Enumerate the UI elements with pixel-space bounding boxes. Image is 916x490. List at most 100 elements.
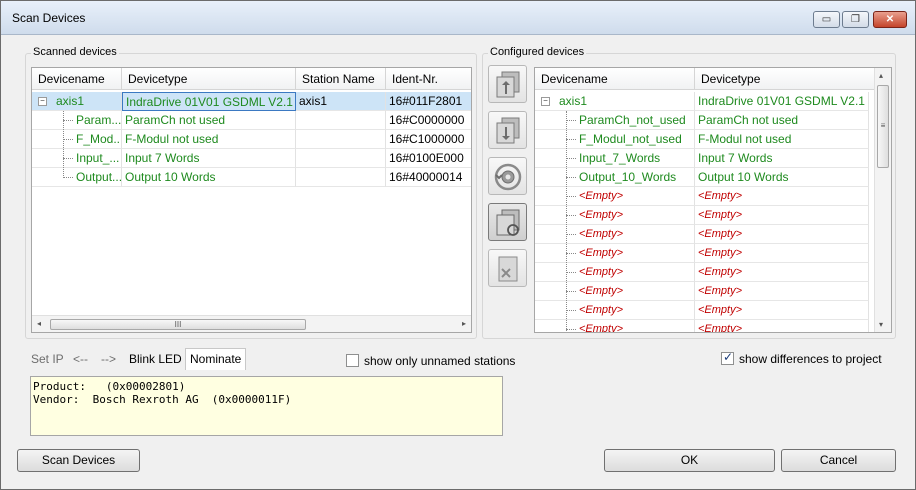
cell-type: Input 7 Words xyxy=(122,149,296,168)
info-vendor: Vendor: Bosch Rexroth AG (0x0000011F) xyxy=(33,393,292,406)
cell-type: ParamCh not used xyxy=(122,111,296,130)
cell-station xyxy=(296,111,386,130)
tree-connector xyxy=(566,234,576,235)
checkmark-icon: ✓ xyxy=(723,350,734,364)
cell-name: Output... xyxy=(32,168,122,187)
table-row[interactable]: F_Mod... F-Modul not used 16#C1000000 xyxy=(32,130,471,149)
cell-type: F-Modul not used xyxy=(122,130,296,149)
maximize-button[interactable]: ❐ xyxy=(842,11,869,28)
column-header-devicetype[interactable]: Devicetype xyxy=(122,68,296,90)
cell-type: IndraDrive 01V01 GSDML V2.1 xyxy=(695,92,869,111)
table-row[interactable]: Param... ParamCh not used 16#C0000000 xyxy=(32,111,471,130)
table-row[interactable]: <Empty> <Empty> xyxy=(535,225,876,244)
table-row[interactable]: axis1 IndraDrive 01V01 GSDML V2.1 − xyxy=(535,92,876,111)
cell-type: Output 10 Words xyxy=(122,168,296,187)
only-unnamed-checkbox[interactable] xyxy=(346,354,359,367)
info-product: Product: (0x00002801) xyxy=(33,380,186,393)
tree-connector xyxy=(566,291,576,292)
tree-connector xyxy=(63,177,73,178)
scroll-down-arrow-icon[interactable]: ▾ xyxy=(879,320,883,329)
scrollbar-thumb[interactable]: ≡ xyxy=(877,85,889,168)
show-differences-checkbox[interactable]: ✓ xyxy=(721,350,734,365)
table-row[interactable]: Output... Output 10 Words 16#40000014 xyxy=(32,168,471,187)
configured-vertical-scrollbar[interactable]: ▴ ≡ ▾ xyxy=(874,68,891,332)
cell-name: Input_7_Words xyxy=(535,149,695,168)
tree-connector xyxy=(566,329,576,330)
tree-connector xyxy=(566,196,576,197)
cell-type: <Empty> xyxy=(695,301,869,320)
scroll-up-arrow-icon[interactable]: ▴ xyxy=(879,71,883,80)
table-row[interactable]: <Empty> <Empty> xyxy=(535,320,876,332)
tree-connector xyxy=(63,120,73,121)
scanned-devices-grid[interactable]: Devicename Devicetype Station Name Ident… xyxy=(31,67,472,333)
cell-ident: 16#011F2801 xyxy=(386,92,471,111)
cell-type: <Empty> xyxy=(695,187,869,206)
column-header-devicetype[interactable]: Devicetype xyxy=(695,68,876,90)
cell-station xyxy=(296,168,386,187)
table-row[interactable]: <Empty> <Empty> xyxy=(535,282,876,301)
tree-connector xyxy=(566,253,576,254)
cell-name: <Empty> xyxy=(535,282,695,301)
cell-type: <Empty> xyxy=(695,206,869,225)
cell-type: <Empty> xyxy=(695,244,869,263)
table-row[interactable]: axis1 IndraDrive 01V01 GSDML V2.1 axis1 16#… xyxy=(32,92,471,111)
tree-connector xyxy=(63,158,73,159)
table-row[interactable]: <Empty> <Empty> xyxy=(535,206,876,225)
tree-connector xyxy=(63,139,73,140)
cell-name: Input_... xyxy=(32,149,122,168)
collapse-icon[interactable]: − xyxy=(541,97,550,106)
table-row[interactable]: Input_... Input 7 Words 16#0100E000 xyxy=(32,149,471,168)
scroll-right-arrow-icon[interactable]: ▸ xyxy=(462,319,466,328)
tab-blink-led[interactable]: Blink LED xyxy=(129,348,182,370)
column-header-devicename[interactable]: Devicename xyxy=(32,68,122,90)
cell-type: IndraDrive 01V01 GSDML V2.1 xyxy=(122,92,296,111)
show-differences-label[interactable]: show differences to project xyxy=(739,352,882,366)
tree-connector xyxy=(566,111,567,332)
table-row[interactable]: <Empty> <Empty> xyxy=(535,244,876,263)
collapse-icon[interactable]: − xyxy=(38,97,47,106)
cell-name: <Empty> xyxy=(535,187,695,206)
column-header-ident-nr[interactable]: Ident-Nr. xyxy=(386,68,471,90)
cell-type: Input 7 Words xyxy=(695,149,869,168)
close-button[interactable]: ✕ xyxy=(873,11,907,28)
scrollbar-thumb[interactable]: III xyxy=(50,319,306,330)
tab-nominate[interactable]: Nominate xyxy=(185,348,247,370)
cell-type: F-Modul not used xyxy=(695,130,869,149)
scanned-horizontal-scrollbar[interactable]: ◂ III ▸ xyxy=(32,315,471,332)
tab-set-ip[interactable]: Set IP xyxy=(31,348,64,370)
table-row[interactable]: ParamCh_not_used ParamCh not used xyxy=(535,111,876,130)
column-header-devicename[interactable]: Devicename xyxy=(535,68,695,90)
column-header-station-name[interactable]: Station Name xyxy=(296,68,386,90)
table-row[interactable]: <Empty> <Empty> xyxy=(535,301,876,320)
cell-name: <Empty> xyxy=(535,225,695,244)
scroll-left-arrow-icon[interactable]: ◂ xyxy=(37,319,41,328)
table-row[interactable]: <Empty> <Empty> xyxy=(535,263,876,282)
cell-name: axis1 xyxy=(535,92,695,111)
table-row[interactable]: <Empty> <Empty> xyxy=(535,187,876,206)
minimize-button[interactable]: ▭ xyxy=(813,11,840,28)
device-info-box: Product: (0x00002801) Vendor: Bosch Rexr… xyxy=(30,376,503,436)
configured-devices-label: Configured devices xyxy=(488,46,587,58)
tab-next[interactable]: --> xyxy=(101,348,116,370)
only-unnamed-label[interactable]: show only unnamed stations xyxy=(364,354,515,368)
table-row[interactable]: Output_10_Words Output 10 Words xyxy=(535,168,876,187)
tree-connector xyxy=(566,215,576,216)
cell-name: <Empty> xyxy=(535,301,695,320)
configured-devices-grid[interactable]: Devicename Devicetype axis1 IndraDrive 01… xyxy=(534,67,892,333)
tree-connector xyxy=(63,111,64,178)
scanned-grid-header: Devicename Devicetype Station Name Ident… xyxy=(32,68,471,90)
table-row[interactable]: F_Modul_not_used F-Modul not used xyxy=(535,130,876,149)
scanned-devices-label: Scanned devices xyxy=(31,46,119,58)
window-title: Scan Devices xyxy=(12,11,86,25)
tree-connector xyxy=(566,139,576,140)
tab-previous[interactable]: <-- xyxy=(73,348,88,370)
cancel-button[interactable]: Cancel xyxy=(781,449,896,472)
cell-name: <Empty> xyxy=(535,263,695,282)
cell-ident: 16#40000014 xyxy=(386,168,471,187)
table-row[interactable]: Input_7_Words Input 7 Words xyxy=(535,149,876,168)
tree-connector xyxy=(566,272,576,273)
cell-type: <Empty> xyxy=(695,263,869,282)
scan-devices-button[interactable]: Scan Devices xyxy=(17,449,140,472)
cell-ident: 16#C0000000 xyxy=(386,111,471,130)
ok-button[interactable]: OK xyxy=(604,449,775,472)
